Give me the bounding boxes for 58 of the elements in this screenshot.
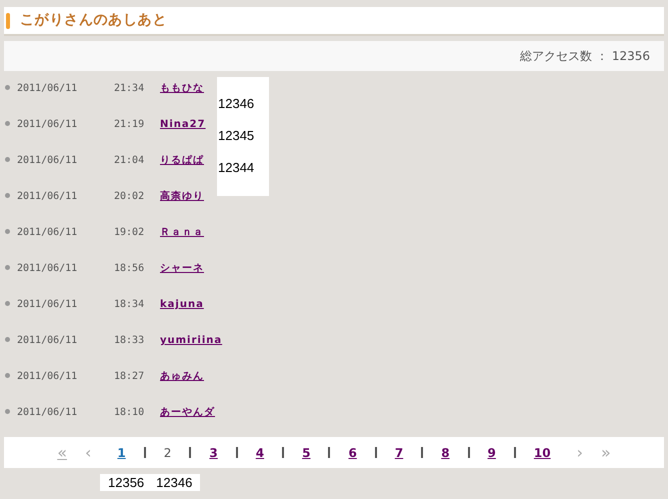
- visit-time: 18:27: [114, 370, 146, 384]
- accent-bar: [6, 12, 10, 28]
- bullet-icon: [5, 157, 10, 162]
- bullet-icon: [5, 85, 10, 90]
- visit-date: 2011/06/11: [17, 118, 78, 132]
- bullet-icon: [5, 337, 10, 342]
- visit-time: 18:10: [114, 406, 146, 420]
- visit-date: 2011/06/11: [17, 406, 78, 420]
- overlay-number: 12346: [218, 95, 256, 113]
- bullet-icon: [5, 229, 10, 234]
- bullet-icon: [5, 265, 10, 270]
- visitor-link[interactable]: シャーネ: [160, 261, 204, 276]
- visit-time: 21:34: [114, 82, 146, 96]
- page-link[interactable]: 9: [480, 444, 504, 462]
- overlay-number: 12345: [218, 127, 256, 145]
- visit-date: 2011/06/11: [17, 154, 78, 168]
- page-link[interactable]: 7: [386, 444, 412, 462]
- page-link[interactable]: 3: [201, 444, 226, 462]
- page-link[interactable]: 2: [156, 444, 180, 462]
- visit-date: 2011/06/11: [17, 334, 78, 348]
- visitor-link[interactable]: あーやんダ: [160, 405, 215, 420]
- visit-time: 18:56: [114, 262, 146, 276]
- page-link[interactable]: 10: [526, 444, 559, 462]
- visit-date: 2011/06/11: [17, 298, 78, 312]
- page-link[interactable]: 8: [433, 444, 458, 462]
- visit-time: 20:02: [114, 190, 146, 204]
- counter-number: 12356: [108, 474, 144, 492]
- total-access-count: 総アクセス数 ： 12356: [520, 48, 650, 65]
- visitor-link[interactable]: yumiriina: [160, 333, 222, 348]
- page-link[interactable]: 1: [109, 444, 134, 462]
- visit-date: 2011/06/11: [17, 82, 78, 96]
- bullet-icon: [5, 301, 10, 306]
- bullet-icon: [5, 409, 10, 414]
- page-title: こがりさんのあしあと: [20, 11, 167, 30]
- visitor-link[interactable]: Nina27: [160, 117, 206, 132]
- visitor-link[interactable]: ももひな: [160, 81, 204, 96]
- visit-date: 2011/06/11: [17, 262, 78, 276]
- counter-number: 12346: [156, 474, 192, 492]
- bullet-icon: [5, 373, 10, 378]
- visit-date: 2011/06/11: [17, 226, 78, 240]
- page-link[interactable]: 6: [340, 444, 365, 462]
- visitor-link[interactable]: りるぱぱ: [160, 153, 204, 168]
- visit-date: 2011/06/11: [17, 370, 78, 384]
- overlay-number: 12344: [218, 159, 256, 177]
- visitor-link[interactable]: Ｒａｎａ: [160, 225, 204, 240]
- visit-time: 21:04: [114, 154, 146, 168]
- visit-time: 21:19: [114, 118, 146, 132]
- page-link[interactable]: 5: [294, 444, 318, 462]
- visit-time: 19:02: [114, 226, 146, 240]
- visit-time: 18:34: [114, 298, 146, 312]
- bullet-icon: [5, 193, 10, 198]
- visitor-link[interactable]: 高柰ゆり: [160, 189, 204, 204]
- bullet-icon: [5, 121, 10, 126]
- visit-date: 2011/06/11: [17, 190, 78, 204]
- page-link[interactable]: 4: [248, 444, 272, 462]
- visit-time: 18:33: [114, 334, 146, 348]
- visitor-link[interactable]: あゅみん: [160, 369, 204, 384]
- visitor-link[interactable]: kajuna: [160, 297, 204, 312]
